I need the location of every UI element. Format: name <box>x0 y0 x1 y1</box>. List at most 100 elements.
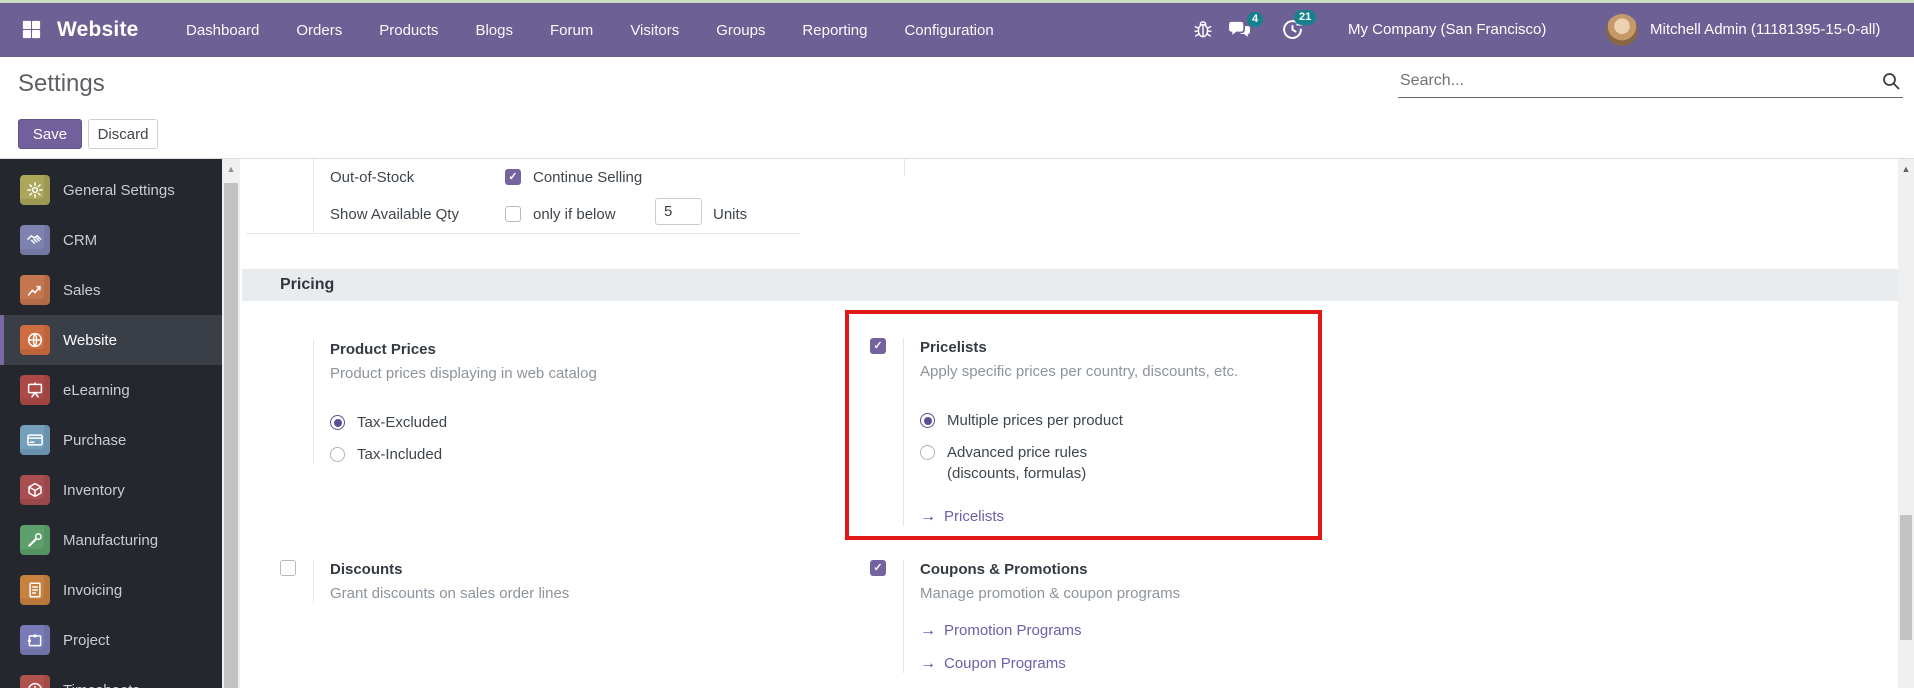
save-button[interactable]: Save <box>18 119 82 149</box>
sidebar-item-inventory[interactable]: Inventory <box>0 465 222 515</box>
user-avatar[interactable] <box>1606 14 1638 46</box>
scroll-up-arrow-icon[interactable]: ▲ <box>1898 163 1914 175</box>
sidebar-item-general-settings[interactable]: General Settings <box>0 165 222 215</box>
arrow-right-icon: → <box>920 508 936 525</box>
odoo-settings-page: Website Dashboard Orders Products Blogs … <box>0 0 1914 688</box>
sidebar-item-label: Timesheets <box>63 682 140 688</box>
radio-option-tax-included[interactable]: Tax-Included <box>330 445 597 464</box>
radio-selected-icon[interactable] <box>920 413 935 428</box>
sidebar-item-label: eLearning <box>63 381 130 399</box>
setting-title: Discounts <box>330 561 403 578</box>
topbar-menu: Dashboard Orders Products Blogs Forum Vi… <box>186 3 994 57</box>
sidebar-item-label: Project <box>63 631 110 649</box>
pricelists-checkbox[interactable]: ✓ <box>870 338 886 354</box>
menu-dashboard[interactable]: Dashboard <box>186 22 259 39</box>
app-brand-website[interactable]: Website <box>57 3 139 57</box>
sidebar-item-label: Inventory <box>63 481 125 499</box>
menu-products[interactable]: Products <box>379 22 438 39</box>
bug-icon[interactable] <box>1192 18 1214 40</box>
menu-reporting[interactable]: Reporting <box>802 22 867 39</box>
sidebar-item-label: Sales <box>63 281 101 299</box>
sidebar-item-website[interactable]: Website <box>0 315 222 365</box>
menu-orders[interactable]: Orders <box>296 22 342 39</box>
sidebar-item-invoicing[interactable]: Invoicing <box>0 565 222 615</box>
puzzle-icon <box>20 625 50 655</box>
setting-subtitle: Apply specific prices per country, disco… <box>920 363 1239 380</box>
radio-option-advanced-rules[interactable]: Advanced price rules <box>920 443 1238 462</box>
globe-icon <box>20 325 50 355</box>
sidebar-item-label: Website <box>63 331 117 349</box>
setting-title: Pricelists <box>920 339 987 356</box>
pricelists-setting: ✓ Pricelists Apply specific prices per c… <box>870 338 1290 526</box>
menu-blogs[interactable]: Blogs <box>475 22 513 39</box>
promotion-programs-link[interactable]: → Promotion Programs <box>920 621 1180 640</box>
setting-subtitle: Manage promotion & coupon programs <box>920 585 1181 602</box>
content-scrollbar[interactable]: ▲ <box>1898 159 1914 688</box>
product-prices-setting: Product Prices Product prices displaying… <box>280 340 750 464</box>
sidebar-item-label: Purchase <box>63 431 127 449</box>
setting-title: Coupons & Promotions <box>920 561 1088 578</box>
menu-visitors[interactable]: Visitors <box>630 22 679 39</box>
menu-configuration[interactable]: Configuration <box>904 22 993 39</box>
qty-threshold-input[interactable] <box>655 198 702 225</box>
search-icon[interactable] <box>1881 71 1901 96</box>
arrow-right-icon: → <box>920 622 936 639</box>
check-icon: ✓ <box>508 170 518 183</box>
sidebar-item-purchase[interactable]: Purchase <box>0 415 222 465</box>
sidebar-item-crm[interactable]: CRM <box>0 215 222 265</box>
clock-icon <box>20 675 50 688</box>
continue-selling-checkbox[interactable]: ✓ <box>505 169 521 185</box>
user-menu[interactable]: Mitchell Admin (11181395-15-0-all) <box>1650 3 1880 57</box>
checkbox-cell <box>280 560 313 603</box>
discounts-checkbox[interactable] <box>280 560 296 576</box>
divider <box>246 233 800 234</box>
setting-title: Product Prices <box>330 341 436 358</box>
credit-card-icon <box>20 425 50 455</box>
box-icon <box>20 475 50 505</box>
radio-option-tax-excluded[interactable]: Tax-Excluded <box>330 413 597 432</box>
checkbox-cell: ✓ <box>870 560 903 673</box>
sidebar-item-sales[interactable]: Sales <box>0 265 222 315</box>
top-navbar: Website Dashboard Orders Products Blogs … <box>0 3 1914 57</box>
radio-unselected-icon[interactable] <box>920 445 935 460</box>
search-input[interactable] <box>1398 68 1870 94</box>
content-scrollbar-thumb[interactable] <box>1900 515 1912 640</box>
only-if-below-label[interactable]: only if below <box>533 206 616 223</box>
messages-count-badge: 4 <box>1247 12 1264 27</box>
radio-unselected-icon[interactable] <box>330 447 345 462</box>
setting-subtitle: Grant discounts on sales order lines <box>330 585 570 602</box>
check-icon: ✓ <box>873 561 883 574</box>
menu-groups[interactable]: Groups <box>716 22 765 39</box>
gear-icon <box>20 175 50 205</box>
radio-selected-icon[interactable] <box>330 415 345 430</box>
sidebar-item-label: Manufacturing <box>63 531 159 549</box>
settings-sidebar: General Settings CRM Sales Website eLear… <box>0 159 222 688</box>
pricelists-link[interactable]: → Pricelists <box>920 507 1238 526</box>
apps-grid-icon[interactable] <box>20 18 43 41</box>
radio-option-multiple-prices[interactable]: Multiple prices per product <box>920 411 1238 430</box>
checkbox-cell <box>280 340 313 464</box>
only-if-below-checkbox[interactable] <box>505 206 521 222</box>
company-switcher[interactable]: My Company (San Francisco) <box>1348 3 1546 57</box>
settings-content: Out-of-Stock ✓ Continue Selling Show Ava… <box>240 159 1898 688</box>
coupons-checkbox[interactable]: ✓ <box>870 560 886 576</box>
invoice-icon <box>20 575 50 605</box>
scroll-up-arrow-icon[interactable]: ▲ <box>222 162 240 176</box>
checkbox-cell: ✓ <box>870 338 903 526</box>
divider <box>904 159 905 176</box>
sidebar-item-manufacturing[interactable]: Manufacturing <box>0 515 222 565</box>
coupon-programs-link[interactable]: → Coupon Programs <box>920 654 1180 673</box>
sidebar-scrollbar[interactable]: ▲ <box>222 159 240 688</box>
discard-button[interactable]: Discard <box>88 119 158 149</box>
menu-forum[interactable]: Forum <box>550 22 593 39</box>
sidebar-item-label: Invoicing <box>63 581 123 599</box>
out-of-stock-label: Out-of-Stock <box>330 169 415 186</box>
continue-selling-label[interactable]: Continue Selling <box>533 169 642 186</box>
radio-option-note: (discounts, formulas) <box>947 465 1087 482</box>
arrow-right-icon: → <box>920 655 936 672</box>
sidebar-item-project[interactable]: Project <box>0 615 222 665</box>
line-chart-icon <box>20 275 50 305</box>
sidebar-scrollbar-thumb[interactable] <box>224 183 238 688</box>
sidebar-item-timesheets[interactable]: Timesheets <box>0 665 222 688</box>
sidebar-item-elearning[interactable]: eLearning <box>0 365 222 415</box>
